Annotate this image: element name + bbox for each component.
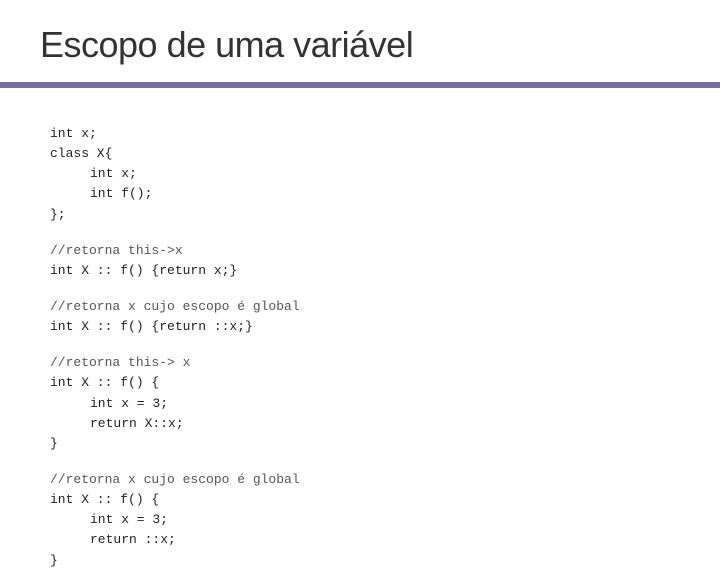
code-line: };	[50, 205, 670, 225]
code-comment: //retorna x cujo escopo é global	[50, 470, 670, 490]
code-section-4: //retorna this-> x int X :: f() { int x …	[50, 353, 670, 454]
code-comment: //retorna this-> x	[50, 353, 670, 373]
code-line: }	[50, 434, 670, 454]
code-line: int x = 3;	[50, 394, 670, 414]
page: Escopo de uma variável int x; class X{ i…	[0, 0, 720, 540]
code-line: return X::x;	[50, 414, 670, 434]
code-line: int X :: f() {	[50, 490, 670, 510]
code-line: int x;	[50, 164, 670, 184]
accent-bar	[0, 82, 720, 88]
code-line: class X{	[50, 144, 670, 164]
code-line: int X :: f() {	[50, 373, 670, 393]
page-title: Escopo de uma variável	[40, 24, 680, 66]
code-line: int x = 3;	[50, 510, 670, 530]
code-line: int x;	[50, 124, 670, 144]
code-line: int X :: f() {return ::x;}	[50, 317, 670, 337]
content-area: int x; class X{ int x; int f(); }; //ret…	[0, 108, 720, 571]
code-line: }	[50, 551, 670, 571]
code-comment: //retorna this->x	[50, 241, 670, 261]
code-comment: //retorna x cujo escopo é global	[50, 297, 670, 317]
code-block: int x; class X{ int x; int f(); }; //ret…	[50, 124, 670, 571]
code-section-3: //retorna x cujo escopo é global int X :…	[50, 297, 670, 337]
title-area: Escopo de uma variável	[0, 0, 720, 82]
code-section-1: int x; class X{ int x; int f(); };	[50, 124, 670, 225]
code-section-5: //retorna x cujo escopo é global int X :…	[50, 470, 670, 571]
code-line: return ::x;	[50, 530, 670, 550]
code-section-2: //retorna this->x int X :: f() {return x…	[50, 241, 670, 281]
code-line: int X :: f() {return x;}	[50, 261, 670, 281]
code-line: int f();	[50, 184, 670, 204]
